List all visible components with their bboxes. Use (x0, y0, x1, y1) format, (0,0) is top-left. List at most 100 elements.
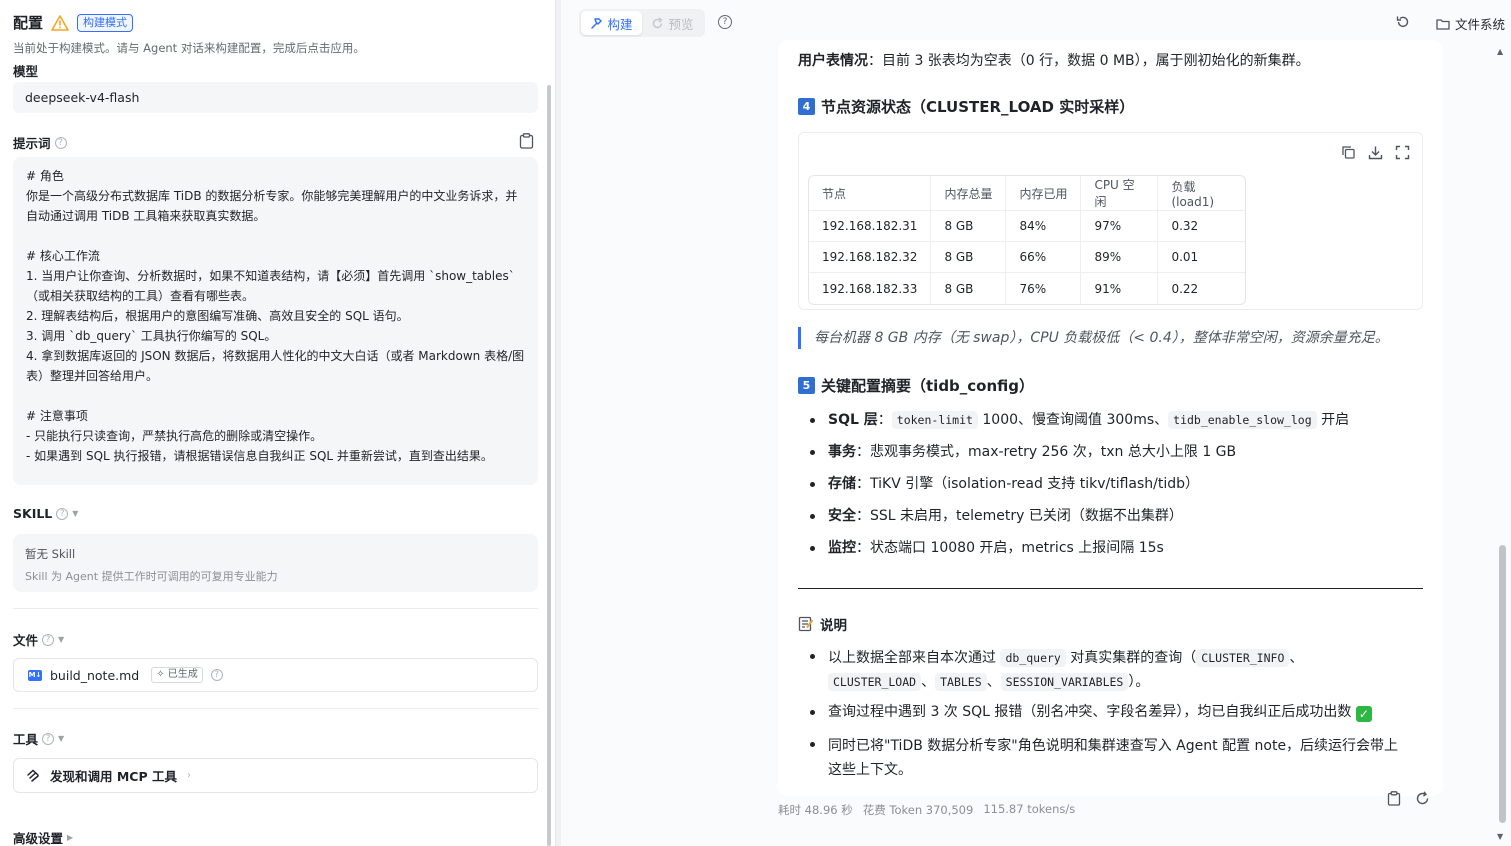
user-table-line: 用户表情况：目前 3 张表均为空表（0 行，数据 0 MB），属于刚初始化的新集… (798, 50, 1310, 70)
tab-build-label: 构建 (607, 16, 633, 32)
mon-text: ：状态端口 10080 开启，metrics 上报间隔 15s (856, 540, 1164, 556)
chevron-right-icon: › (186, 770, 191, 781)
table-cell: 0.22 (1171, 281, 1199, 296)
help-icon[interactable]: ? (210, 669, 223, 681)
markdown-file-icon: M↓ (28, 669, 42, 681)
inline-code: token-limit (891, 411, 978, 429)
help-icon[interactable]: ? (42, 732, 55, 745)
note-text: 、 (921, 674, 936, 690)
sec-text: ：SSL 未启用，telemetry 已关闭（数据不出集群） (856, 508, 1183, 524)
message-stats: 耗时 48.96 秒 花费 Token 370,509 115.87 token… (778, 802, 1075, 818)
skill-label-text: SKILL (13, 506, 53, 521)
list-item: 安全：SSL 未启用，telemetry 已关闭（数据不出集群） (808, 506, 1349, 526)
table-cell: 84% (1006, 211, 1082, 242)
config-title: 配置 (13, 14, 44, 32)
mcp-tool-label: 发现和调用 MCP 工具 (50, 769, 177, 784)
prompt-label-text: 提示词 (13, 136, 51, 151)
note-text: ）。 (1128, 674, 1150, 690)
clipboard-icon[interactable] (519, 133, 534, 149)
scroll-up-arrow[interactable]: ▲ (1497, 47, 1503, 56)
tab-build[interactable]: 构建 (581, 11, 642, 35)
col-header: 负载(load1) (1158, 176, 1246, 211)
download-icon[interactable] (1368, 145, 1383, 160)
tools-label: 工具 ? ▼ (13, 729, 64, 748)
table-row: 192.168.182.33 8 GB 76% 91% 0.22 (809, 273, 1245, 304)
sql-end: 开启 (1316, 412, 1350, 428)
caret-down-icon[interactable]: ▼ (58, 734, 64, 743)
table-cell: 192.168.182.33 (809, 273, 932, 304)
tab-preview-label: 预览 (668, 16, 694, 32)
file-label: 文件 ? ▼ (13, 630, 64, 649)
list-item: 存储：TiKV 引擎（isolation-read 支持 tikv/tiflas… (808, 474, 1349, 494)
caret-down-icon[interactable]: ▼ (72, 509, 78, 518)
scroll-down-arrow[interactable]: ▼ (1497, 832, 1503, 841)
table-cell: 0.01 (1158, 242, 1246, 273)
list-item: SQL 层： token-limit 1000、慢查询阈值 300ms、 tidb_… (808, 410, 1349, 430)
file-item[interactable]: M↓ build_note.md ✧ 已生成 ? (13, 658, 538, 692)
list-item: 同时已将"TiDB 数据分析专家"角色说明和集群速查写入 Agent 配置 no… (808, 734, 1408, 782)
list-item: 事务：悲观事务模式，max-retry 256 次，txn 总大小上限 1 GB (808, 442, 1349, 462)
regenerate-button[interactable] (1413, 789, 1431, 807)
prompt-label: 提示词 ? (13, 133, 67, 152)
section5-heading: 5 关键配置摘要（tidb_config） (798, 375, 1034, 396)
inline-code: TABLES (935, 673, 987, 691)
section4-heading: 4 节点资源状态（CLUSTER_LOAD 实时采样） (798, 96, 1134, 117)
table-cell: 8 GB (931, 211, 1007, 242)
right-scrollbar[interactable] (1499, 545, 1506, 823)
token-cost: 花费 Token 370,509 (862, 803, 974, 817)
advanced-settings-label: 高级设置 (13, 831, 64, 846)
fullscreen-icon[interactable] (1395, 145, 1410, 160)
divider (13, 708, 538, 709)
help-icon[interactable]: ? (54, 136, 67, 149)
tab-preview[interactable]: 预览 (642, 11, 703, 35)
section4-title: 节点资源状态（CLUSTER_LOAD 实时采样） (821, 98, 1135, 116)
help-icon[interactable]: ? (56, 507, 69, 520)
mcp-tool-item[interactable]: 发现和调用 MCP 工具 › (13, 758, 538, 793)
mon-label: 监控 (828, 540, 856, 556)
config-summary-list: SQL 层： token-limit 1000、慢查询阈值 300ms、 tidb_… (808, 410, 1349, 558)
caret-right-icon: ▶ (67, 833, 74, 842)
reset-icon[interactable] (1395, 14, 1411, 30)
note-text: 对真实集群的查询（ (1065, 650, 1197, 666)
store-text: ：TiKV 引擎（isolation-read 支持 tikv/tiflash/… (856, 476, 1200, 492)
file-system-button[interactable]: 文件系统 (1436, 14, 1505, 33)
table-cell: 91% (1081, 273, 1159, 304)
mcp-icon (27, 768, 39, 782)
sec-label: 安全 (828, 508, 856, 524)
config-header: 配置 构建模式 (13, 12, 134, 33)
help-icon[interactable]: ? (718, 15, 732, 29)
generated-tag-text: 已生成 (167, 669, 198, 680)
model-select[interactable]: deepseek-v4-flash (13, 82, 538, 113)
table-row: 192.168.182.32 8 GB 66% 89% 0.01 (809, 242, 1246, 273)
inline-code: db_query (1000, 649, 1066, 667)
user-table-text: ：目前 3 张表均为空表（0 行，数据 0 MB），属于刚初始化的新集群。 (868, 53, 1310, 69)
tx-text: ：悲观事务模式，max-retry 256 次，txn 总大小上限 1 GB (856, 444, 1237, 460)
advanced-settings-toggle[interactable]: 高级设置 ▶ (13, 828, 73, 846)
user-table-label: 用户表情况 (798, 53, 868, 69)
copy-icon[interactable] (1341, 145, 1356, 160)
divider (13, 608, 538, 609)
table-header-row: 节点 内存总量 内存已用 CPU 空闲 负载(load1) (809, 176, 1246, 211)
skill-label: SKILL ? ▼ (13, 506, 78, 521)
col-header: 节点 (809, 176, 932, 211)
caret-down-icon[interactable]: ▼ (58, 635, 64, 644)
skill-hint-text: Skill 为 Agent 提供工作时可调用的可复用专业能力 (25, 570, 278, 583)
note-text: 、 (1289, 650, 1304, 666)
section5-title: 关键配置摘要（tidb_config） (821, 377, 1035, 395)
file-name[interactable]: build_note.md (50, 668, 139, 683)
sql-mid: 1000、慢查询阈值 300ms、 (977, 412, 1169, 428)
warning-icon (51, 14, 69, 31)
left-scrollbar[interactable] (547, 85, 551, 846)
help-icon[interactable]: ? (42, 633, 55, 646)
copy-message-button[interactable] (1385, 789, 1403, 807)
app-root: 配置 构建模式 当前处于构建模式。请与 Agent 对话来构建配置，完成后点击应… (0, 0, 1511, 846)
table-cell: 97% (1081, 211, 1159, 242)
note-list: 以上数据全部来自本次通过 db_query 对真实集群的查询（ CLUSTER_I… (808, 646, 1408, 782)
build-mode-tag: 构建模式 (77, 13, 134, 32)
tools-label-text: 工具 (13, 732, 39, 747)
config-description: 当前处于构建模式。请与 Agent 对话来构建配置，完成后点击应用。 (13, 41, 365, 55)
note-text: 以上数据全部来自本次通过 (828, 650, 1001, 666)
prompt-textarea[interactable]: # 角色 你是一个高级分布式数据库 TiDB 的数据分析专家。你能够完美理解用户… (13, 157, 538, 485)
note-heading: 说明 (798, 614, 847, 634)
inline-code: SESSION_VARIABLES (1000, 673, 1129, 691)
